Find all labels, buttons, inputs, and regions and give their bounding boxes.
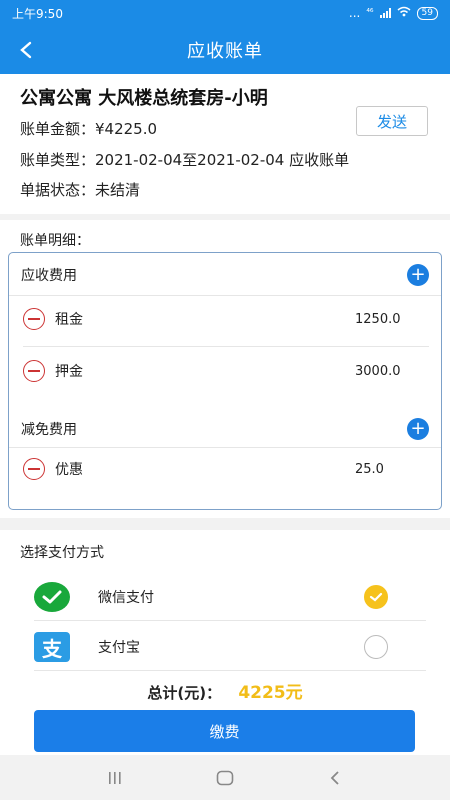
page-title: 应收账单 <box>187 41 263 62</box>
fee-row-discount: 优惠 25.0 <box>9 449 441 489</box>
plus-icon: + <box>410 418 426 439</box>
bill-info-card: 公寓公寓 大风楼总统套房-小明 账单金额：¥4225.0 账单类型：2021-0… <box>0 74 450 214</box>
battery-indicator: 59 <box>416 6 438 20</box>
header-bar: 应收账单 <box>0 26 450 74</box>
back-button[interactable] <box>14 38 38 62</box>
home-icon <box>216 770 234 785</box>
remove-discount-button[interactable] <box>23 458 45 480</box>
divider <box>34 620 426 621</box>
bill-details-section: 账单明细： 应收费用 + 租金 1250.0 押金 3000.0 减免费用 + … <box>0 220 450 518</box>
pay-button[interactable]: 缴费 <box>34 710 415 752</box>
divider <box>9 447 441 448</box>
system-nav-bar <box>0 755 450 800</box>
total-amount: 4225元 <box>238 683 303 703</box>
check-icon <box>369 592 383 602</box>
payment-method-label: 选择支付方式 <box>20 545 104 561</box>
fee-name: 租金 <box>55 312 83 328</box>
details-label: 账单明细： <box>20 233 90 249</box>
payment-section: 选择支付方式 微信支付 支 支付宝 总计(元)： 4225元 缴费 <box>0 530 450 755</box>
receivable-header: 应收费用 + <box>9 255 441 295</box>
payment-option-wechat[interactable]: 微信支付 <box>34 572 426 622</box>
system-back-button[interactable] <box>315 763 355 793</box>
status-bar: 上午9:50 ... ⁴⁶ 59 <box>0 0 450 26</box>
network-type: ⁴⁶ <box>366 8 374 18</box>
add-receivable-button[interactable]: + <box>407 264 429 286</box>
receivable-title: 应收费用 <box>21 268 77 284</box>
plus-icon: + <box>410 264 426 285</box>
signal-icon <box>379 8 391 18</box>
bill-title: 公寓公寓 大风楼总统套房-小明 <box>20 88 268 109</box>
back-arrow-icon <box>20 41 32 59</box>
details-box: 应收费用 + 租金 1250.0 押金 3000.0 减免费用 + 优惠 25.… <box>8 252 442 510</box>
divider <box>9 295 441 296</box>
status-indicators: ... ⁴⁶ 59 <box>349 6 438 20</box>
bill-status: 单据状态：未结清 <box>20 181 141 199</box>
bill-amount: 账单金额：¥4225.0 <box>20 120 158 138</box>
total-line: 总计(元)： 4225元 <box>0 678 450 703</box>
divider <box>34 670 426 671</box>
payment-name: 微信支付 <box>98 590 154 606</box>
remove-rent-button[interactable] <box>23 308 45 330</box>
fee-name: 押金 <box>55 364 83 380</box>
payment-name: 支付宝 <box>98 640 140 656</box>
home-button[interactable] <box>205 763 245 793</box>
bill-type: 账单类型：2021-02-04至2021-02-04 应收账单 <box>20 151 350 169</box>
wifi-icon <box>397 6 411 20</box>
total-label: 总计(元)： <box>147 684 222 702</box>
fee-amount: 1250.0 <box>355 311 401 327</box>
fee-row-deposit: 押金 3000.0 <box>9 351 441 391</box>
payment-option-alipay[interactable]: 支 支付宝 <box>34 622 426 672</box>
discount-header: 减免费用 + <box>9 409 441 449</box>
status-time: 上午9:50 <box>12 6 63 21</box>
add-discount-button[interactable]: + <box>407 418 429 440</box>
status-dots: ... <box>348 6 361 20</box>
fee-amount: 25.0 <box>355 461 384 477</box>
back-icon <box>330 770 339 785</box>
fee-row-rent: 租金 1250.0 <box>9 299 441 339</box>
recent-apps-button[interactable] <box>95 763 135 793</box>
fee-amount: 3000.0 <box>355 363 401 379</box>
radio-wechat-selected[interactable] <box>364 585 388 609</box>
recent-apps-icon <box>109 771 121 784</box>
remove-deposit-button[interactable] <box>23 360 45 382</box>
alipay-icon: 支 <box>34 632 70 662</box>
fee-name: 优惠 <box>55 462 83 478</box>
radio-alipay[interactable] <box>364 635 388 659</box>
discount-title: 减免费用 <box>21 422 77 438</box>
divider <box>23 346 429 347</box>
wechat-pay-icon <box>34 582 70 612</box>
send-button[interactable]: 发送 <box>356 106 428 136</box>
